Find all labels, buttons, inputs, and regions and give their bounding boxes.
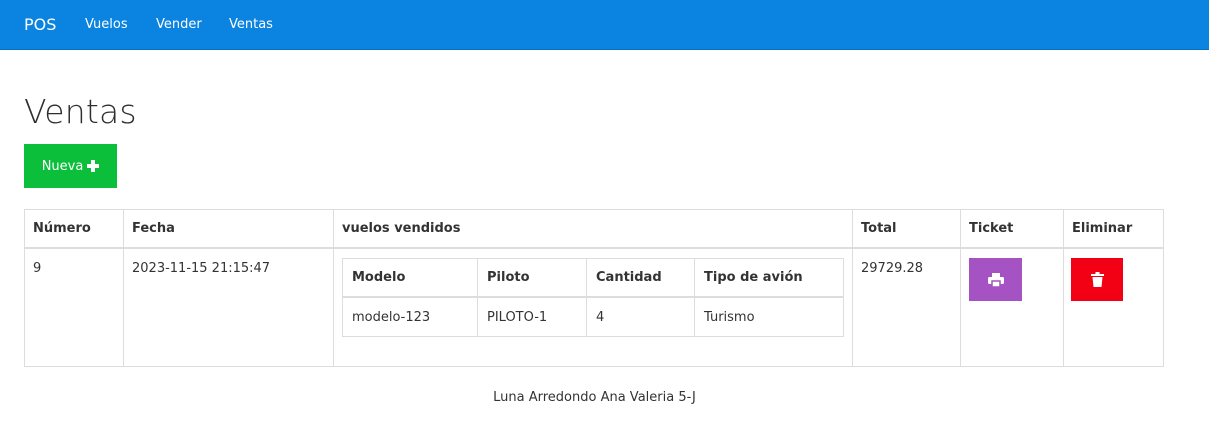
inner-cell-tipo: Turismo [694, 297, 844, 337]
header-ticket: Ticket [960, 209, 1064, 249]
inner-cell-piloto: PILOTO-1 [477, 297, 587, 337]
cell-total: 29729.28 [852, 248, 961, 367]
footer-author: Luna Arredondo Ana Valeria 5-J [493, 390, 696, 405]
cell-numero: 9 [24, 248, 124, 367]
inner-cell-modelo: modelo-123 [342, 297, 478, 337]
top-navbar: POS Vuelos Vender Ventas [0, 0, 1209, 50]
header-fecha: Fecha [123, 209, 334, 249]
print-ticket-button[interactable] [969, 258, 1022, 301]
nav-link-ventas[interactable]: Ventas [229, 17, 273, 32]
print-icon [987, 272, 1004, 287]
header-numero: Número [24, 209, 124, 249]
page-title: Ventas [24, 92, 137, 131]
header-vuelos-vendidos: vuelos vendidos [333, 209, 853, 249]
brand-link[interactable]: POS [24, 15, 56, 34]
new-sale-button[interactable]: Nueva [24, 144, 117, 188]
plus-icon [87, 160, 100, 172]
trash-icon [1090, 272, 1104, 287]
inner-header-cantidad: Cantidad [586, 258, 695, 298]
inner-header-piloto: Piloto [477, 258, 587, 298]
cell-fecha: 2023-11-15 21:15:47 [123, 248, 334, 367]
new-sale-button-label: Nueva [41, 158, 84, 174]
inner-header-modelo: Modelo [342, 258, 478, 298]
header-total: Total [852, 209, 961, 249]
inner-header-tipo: Tipo de avión [694, 258, 844, 298]
nav-link-vender[interactable]: Vender [156, 17, 202, 32]
inner-cell-cantidad: 4 [586, 297, 695, 337]
header-eliminar: Eliminar [1063, 209, 1164, 249]
delete-sale-button[interactable] [1071, 258, 1123, 301]
nav-link-vuelos[interactable]: Vuelos [85, 17, 128, 32]
